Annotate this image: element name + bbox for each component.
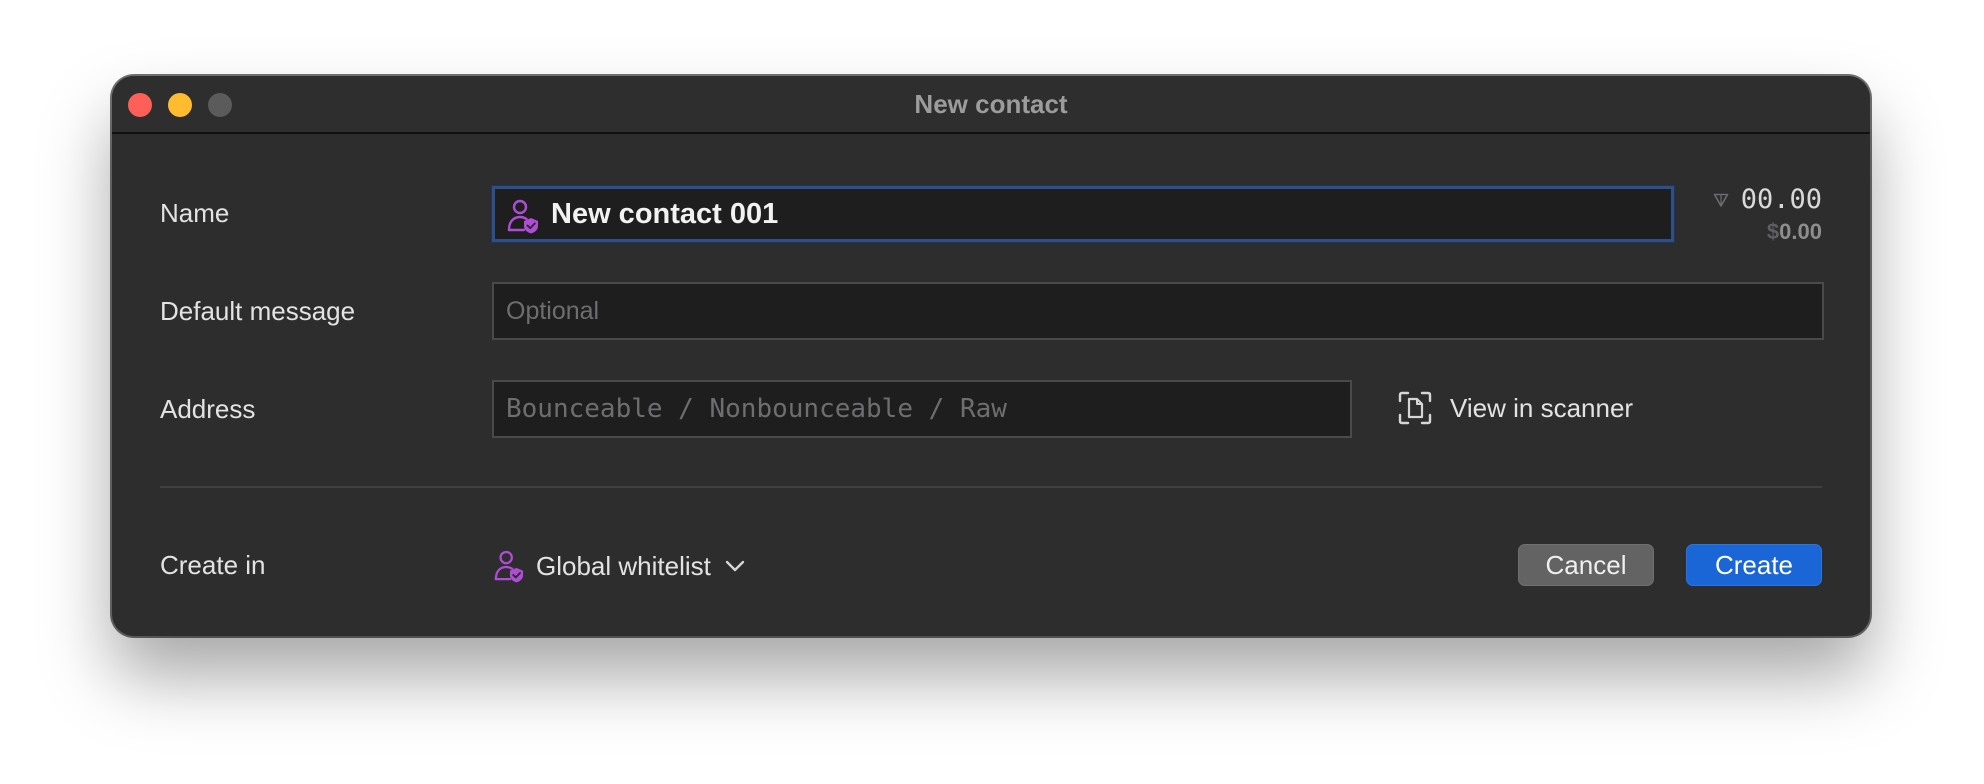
create-in-value: Global whitelist: [536, 550, 711, 581]
address-label: Address: [160, 394, 256, 424]
default-message-field[interactable]: Optional: [492, 282, 1824, 340]
section-divider: [160, 486, 1822, 488]
name-label: Name: [160, 198, 230, 228]
usd-symbol: $: [1766, 219, 1780, 244]
balance-amount: 00.00: [1740, 184, 1822, 215]
desktop-background: New contact Name New contact 001 00.00 $…: [0, 0, 1984, 784]
balance-display: 00.00 $0.00: [1713, 184, 1822, 245]
address-field[interactable]: Bounceable / Nonbounceable / Raw: [492, 380, 1352, 438]
scan-document-icon: [1398, 391, 1432, 425]
cancel-button[interactable]: Cancel: [1518, 544, 1654, 586]
usd-value: 0.00: [1779, 219, 1822, 244]
ton-triangle-icon: [1713, 193, 1729, 207]
address-placeholder: Bounceable / Nonbounceable / Raw: [506, 394, 1007, 424]
view-in-scanner-button[interactable]: View in scanner: [1398, 388, 1633, 428]
create-button[interactable]: Create: [1686, 544, 1822, 586]
default-message-placeholder: Optional: [506, 296, 600, 325]
name-field[interactable]: New contact 001: [492, 186, 1674, 242]
create-in-label: Create in: [160, 550, 266, 580]
default-message-label: Default message: [160, 296, 356, 326]
chevron-down-icon: [725, 560, 745, 572]
create-in-dropdown[interactable]: Global whitelist: [494, 546, 745, 586]
person-shield-icon: [507, 199, 538, 234]
title-bar: New contact: [112, 76, 1870, 134]
new-contact-dialog: New contact Name New contact 001 00.00 $…: [112, 76, 1870, 636]
view-in-scanner-label: View in scanner: [1450, 392, 1634, 423]
window-title: New contact: [914, 89, 1068, 119]
person-shield-icon: [494, 550, 524, 583]
name-input-value: New contact 001: [551, 197, 779, 230]
